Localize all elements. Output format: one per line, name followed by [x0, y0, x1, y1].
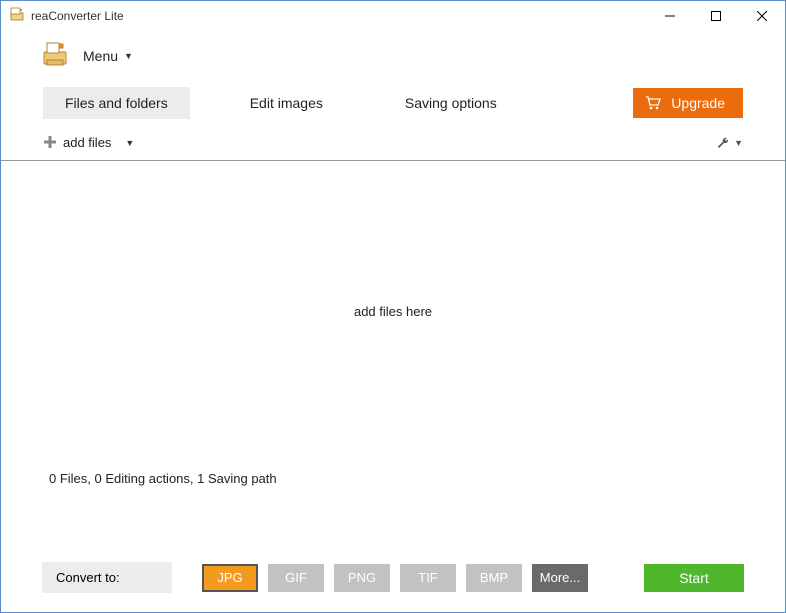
format-more-button[interactable]: More...	[532, 564, 588, 592]
format-gif-button[interactable]: GIF	[268, 564, 324, 592]
format-tif-button[interactable]: TIF	[400, 564, 456, 592]
tabs: Files and folders Edit images Saving opt…	[1, 81, 785, 125]
add-files-button[interactable]: add files	[63, 135, 111, 150]
tab-edit-images[interactable]: Edit images	[228, 87, 345, 119]
tab-files-and-folders[interactable]: Files and folders	[43, 87, 190, 119]
printer-icon	[41, 40, 69, 73]
window-title: reaConverter Lite	[31, 9, 647, 23]
maximize-button[interactable]	[693, 1, 739, 31]
cart-icon	[645, 96, 661, 110]
convert-to-label: Convert to:	[42, 562, 172, 593]
titlebar: reaConverter Lite	[1, 1, 785, 31]
app-icon	[9, 6, 25, 27]
bottom-bar: Convert to: JPG GIF PNG TIF BMP More... …	[0, 562, 786, 593]
format-bmp-button[interactable]: BMP	[466, 564, 522, 592]
status-text: 0 Files, 0 Editing actions, 1 Saving pat…	[1, 461, 785, 496]
upgrade-label: Upgrade	[671, 95, 725, 111]
start-button[interactable]: Start	[644, 564, 744, 592]
settings-wrench-button[interactable]: ▼	[716, 136, 743, 150]
plus-icon[interactable]	[43, 134, 57, 152]
menu-caret-icon[interactable]: ▼	[124, 51, 133, 61]
add-files-caret-icon[interactable]: ▼	[125, 138, 134, 148]
format-jpg-button[interactable]: JPG	[202, 564, 258, 592]
menu-bar: Menu ▼	[1, 31, 785, 81]
format-buttons: JPG GIF PNG TIF BMP More...	[202, 564, 588, 592]
minimize-button[interactable]	[647, 1, 693, 31]
wrench-icon	[716, 136, 730, 150]
menu-label[interactable]: Menu	[83, 48, 118, 64]
drop-zone[interactable]: add files here	[1, 161, 785, 461]
window-controls	[647, 1, 785, 31]
drop-zone-hint: add files here	[354, 304, 432, 319]
close-button[interactable]	[739, 1, 785, 31]
upgrade-button[interactable]: Upgrade	[633, 88, 743, 118]
add-files-row: add files ▼ ▼	[1, 125, 785, 161]
format-png-button[interactable]: PNG	[334, 564, 390, 592]
tab-saving-options[interactable]: Saving options	[383, 87, 519, 119]
